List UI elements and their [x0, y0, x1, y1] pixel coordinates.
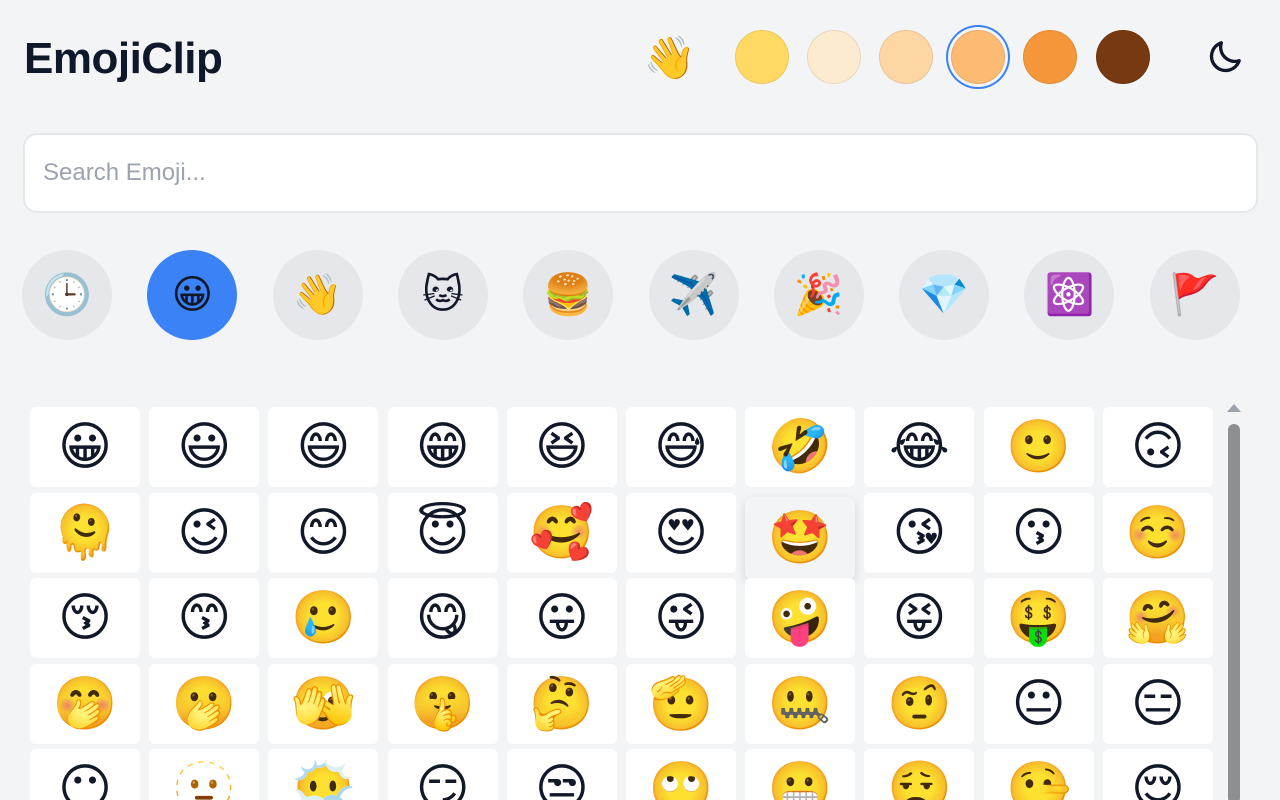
category-recent-button[interactable]: 🕒: [22, 250, 112, 340]
category-bar: 🕒 😀 👋 🐱 🍔 ✈️ 🎉 💎 ⚛️ 🚩: [22, 250, 1262, 340]
emoji-cell[interactable]: 🫡: [626, 663, 736, 744]
category-animals-button[interactable]: 🐱: [397, 250, 488, 340]
emoji-cell[interactable]: 😏: [387, 749, 498, 800]
emoji-cell[interactable]: 😐: [983, 663, 1094, 744]
emoji-cell[interactable]: 😌: [1102, 749, 1213, 800]
emoji-cell[interactable]: 🫥: [149, 749, 260, 800]
emoji-cell[interactable]: ☺️: [1102, 492, 1213, 573]
category-travel-button[interactable]: ✈️: [648, 250, 739, 340]
emoji-cell[interactable]: 🥰: [506, 492, 617, 573]
emoji-cell[interactable]: 😅: [626, 407, 736, 487]
header: EmojiClip 👋: [24, 28, 1250, 88]
skin-tone-medium-light[interactable]: [879, 30, 933, 84]
emoji-cell[interactable]: 😝: [864, 578, 975, 658]
emojiclip-app: EmojiClip 👋 🕒😀👋🐱🍔✈️🎉💎⚛️🚩 😀😃😄😁😆😅🤣😂🙂🙃🫠😉😊😇🥰…: [0, 0, 1280, 800]
emoji-cell[interactable]: 😘: [864, 492, 975, 573]
emoji-cell[interactable]: 🫠: [30, 492, 140, 573]
theme-toggle-button[interactable]: [1200, 32, 1250, 82]
category-food-icon: 🍔: [543, 273, 594, 317]
emoji-cell[interactable]: 🤫: [387, 663, 498, 744]
category-flags-button[interactable]: 🚩: [1149, 250, 1240, 340]
category-objects-icon: 💎: [919, 273, 969, 317]
emoji-cell[interactable]: 😗: [983, 492, 1094, 573]
emoji-cell[interactable]: 🤗: [1102, 578, 1213, 658]
emoji-cell[interactable]: 😃: [149, 407, 260, 487]
category-travel-icon: ✈️: [668, 273, 719, 317]
category-activities-button[interactable]: 🎉: [773, 250, 864, 340]
skin-tone-dark[interactable]: [1096, 30, 1150, 84]
grid-scrollbar[interactable]: [1224, 400, 1244, 800]
emoji-cell[interactable]: 😊: [268, 492, 379, 573]
emoji-cell[interactable]: 😂: [864, 407, 975, 487]
emoji-grid: 😀 😃 😄 😁 😆 😅 🤣 😂 🙂 🙃 🫠 😉 😊 😇 🥰 😍 🤩 😘 😗 ☺️ 😚 😙 🥲 😋 😛 😜 🤪 😝 🤑 🤗 🤭 🫢 🫣 🤫 🤔 🫡 🤐 🤨 😐…: [30, 407, 1220, 800]
emoji-cell[interactable]: 🫢: [149, 663, 260, 744]
category-flags-icon: 🚩: [1169, 273, 1220, 317]
emoji-cell[interactable]: 🥲: [268, 578, 379, 658]
category-objects-button[interactable]: 💎: [899, 250, 990, 340]
category-symbols-icon: ⚛️: [1044, 273, 1095, 317]
moon-icon: [1209, 41, 1241, 73]
emoji-cell[interactable]: 😀: [30, 407, 140, 487]
skin-tone-medium-dark[interactable]: [1023, 30, 1077, 84]
emoji-cell[interactable]: 🤔: [506, 663, 617, 744]
skin-tone-light[interactable]: [807, 30, 861, 84]
app-title: EmojiClip: [24, 34, 223, 83]
category-smileys-button[interactable]: 😀: [147, 250, 238, 340]
scroll-up-arrow-icon[interactable]: [1227, 404, 1241, 412]
emoji-cell[interactable]: 😬: [745, 749, 856, 800]
category-people-icon: 👋: [292, 273, 343, 317]
skin-tone-preview-emoji: 👋: [643, 34, 697, 81]
category-people-button[interactable]: 👋: [272, 250, 363, 340]
emoji-cell[interactable]: 😍: [626, 492, 736, 573]
category-food-button[interactable]: 🍔: [523, 250, 614, 340]
emoji-cell[interactable]: 🤥: [983, 749, 1094, 800]
emoji-cell[interactable]: 🫣: [268, 663, 379, 744]
emoji-cell[interactable]: 😶‍🌫️: [268, 749, 379, 800]
category-recent-icon: 🕒: [42, 273, 92, 317]
emoji-cell[interactable]: 🙄: [626, 749, 736, 800]
search-input[interactable]: [23, 133, 1258, 213]
skin-tone-default[interactable]: [735, 30, 789, 84]
scrollbar-thumb[interactable]: [1228, 424, 1240, 800]
emoji-cell[interactable]: 🙂: [983, 407, 1094, 487]
category-symbols-button[interactable]: ⚛️: [1024, 250, 1115, 340]
emoji-cell[interactable]: 😒: [506, 749, 617, 800]
category-smileys-icon: 😀: [171, 273, 214, 317]
emoji-cell[interactable]: 😑: [1102, 663, 1213, 744]
category-animals-icon: 🐱: [422, 273, 464, 317]
emoji-cell[interactable]: 😁: [387, 407, 498, 487]
emoji-cell[interactable]: 🤐: [745, 663, 856, 744]
skin-tone-medium[interactable]: [951, 30, 1005, 84]
emoji-cell[interactable]: 😆: [506, 407, 617, 487]
emoji-cell[interactable]: 😛: [506, 578, 617, 658]
emoji-cell[interactable]: 🤩: [745, 496, 856, 579]
emoji-cell[interactable]: 🤑: [983, 578, 1094, 658]
emoji-cell[interactable]: 😉: [149, 492, 260, 573]
emoji-cell[interactable]: 😇: [387, 492, 498, 573]
category-activities-icon: 🎉: [793, 273, 844, 317]
emoji-cell[interactable]: 🙃: [1102, 407, 1213, 487]
emoji-cell[interactable]: 🤨: [864, 663, 975, 744]
emoji-cell[interactable]: 😮‍💨: [864, 749, 975, 800]
emoji-cell[interactable]: 😋: [387, 578, 498, 658]
emoji-cell[interactable]: 😜: [626, 578, 736, 658]
emoji-cell[interactable]: 😄: [268, 407, 379, 487]
emoji-cell[interactable]: 😚: [30, 578, 140, 658]
emoji-cell[interactable]: 🤣: [745, 407, 856, 487]
emoji-cell[interactable]: 🤪: [745, 578, 856, 658]
emoji-cell[interactable]: 😶: [30, 749, 140, 800]
emoji-cell[interactable]: 😙: [149, 578, 260, 658]
emoji-cell[interactable]: 🤭: [30, 663, 140, 744]
